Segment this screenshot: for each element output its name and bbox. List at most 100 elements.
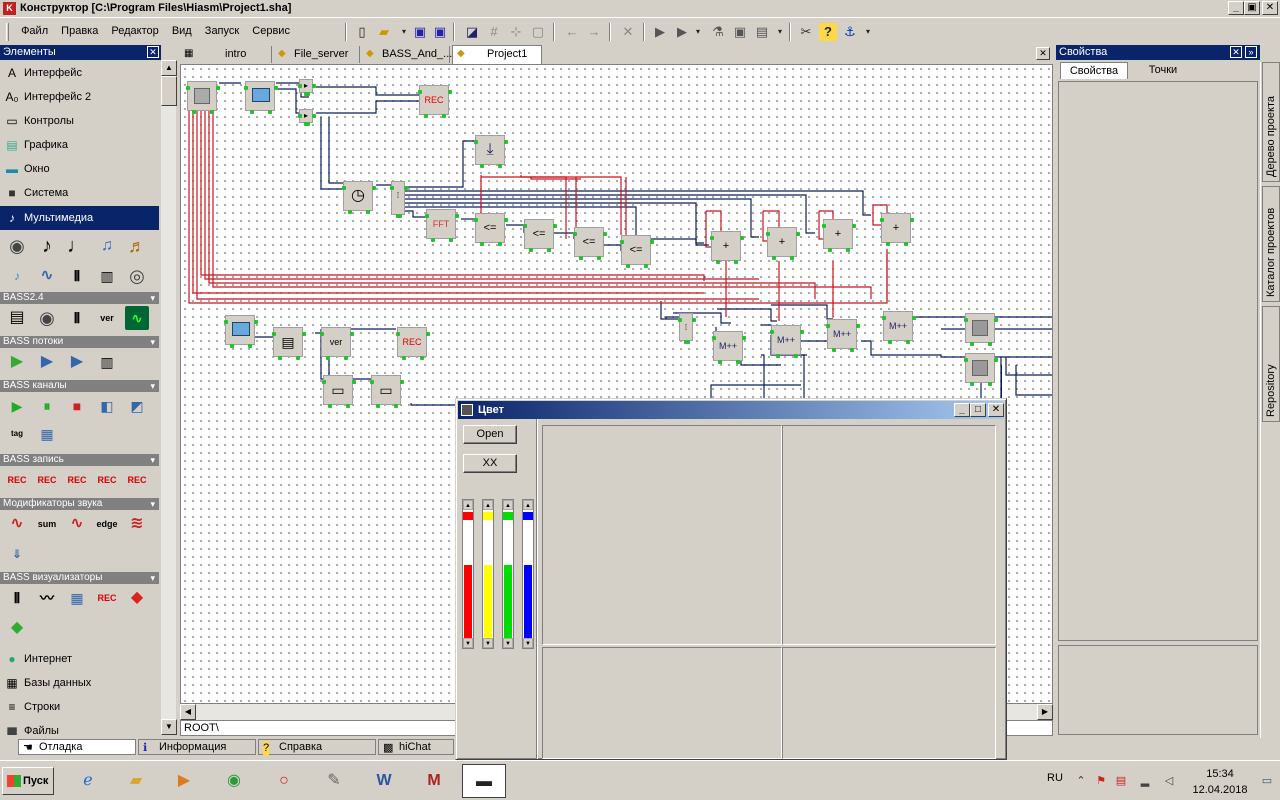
tab-repository[interactable]: Repository	[1262, 306, 1280, 422]
connection-point[interactable]	[994, 318, 998, 322]
category-window[interactable]: ▬ Окно	[0, 157, 159, 181]
bass-device-icon[interactable]: ◉	[35, 306, 59, 330]
channel-pause-icon[interactable]: ⏸	[35, 394, 59, 418]
main-form-component[interactable]	[186, 81, 220, 114]
menu-edit[interactable]: Правка	[56, 21, 103, 37]
connection-point[interactable]	[390, 186, 394, 190]
connection-point[interactable]	[740, 236, 744, 240]
scroll-thumb[interactable]	[161, 76, 177, 106]
connection-point[interactable]	[770, 330, 774, 334]
connection-point[interactable]	[186, 86, 190, 90]
connection-point[interactable]	[298, 84, 302, 88]
connection-point[interactable]	[254, 320, 258, 324]
connection-point[interactable]	[248, 344, 252, 348]
stream-url-icon[interactable]: ▶	[35, 350, 59, 374]
connection-point[interactable]	[547, 248, 551, 252]
flag-icon[interactable]: ⚑	[1094, 774, 1108, 788]
save-icon[interactable]: ▣	[411, 23, 429, 41]
device-icon[interactable]: ▤	[1114, 774, 1128, 788]
channel-position-icon[interactable]: ◧	[95, 394, 119, 418]
connection-point[interactable]	[553, 224, 557, 228]
bass-version-icon[interactable]: ver	[95, 306, 119, 330]
connection-point[interactable]	[882, 316, 886, 320]
connection-point[interactable]	[790, 256, 794, 260]
tab-project-catalog[interactable]: Каталог проектов	[1262, 186, 1280, 302]
modifier-sum-icon[interactable]: sum	[35, 512, 59, 536]
connection-point[interactable]	[686, 340, 690, 344]
compare-component[interactable]: <=	[523, 219, 557, 252]
open-button[interactable]: Open	[463, 425, 517, 444]
menu-view[interactable]: Вид	[167, 21, 197, 37]
waveform-icon[interactable]: ∿	[35, 264, 59, 288]
connection-point[interactable]	[274, 86, 278, 90]
piano-icon[interactable]: ▥	[95, 264, 119, 288]
connection-point[interactable]	[268, 110, 272, 114]
connection-point[interactable]	[620, 240, 624, 244]
math-add-component[interactable]: +	[880, 213, 914, 246]
channel-component[interactable]: M++	[770, 325, 804, 358]
connection-point[interactable]	[742, 336, 746, 340]
maximize-button[interactable]: □	[970, 403, 986, 417]
connection-point[interactable]	[832, 348, 836, 352]
connection-point[interactable]	[326, 356, 330, 360]
grid-icon[interactable]: #	[485, 23, 503, 41]
connection-point[interactable]	[244, 86, 248, 90]
tab-help[interactable]: ? Справка	[258, 739, 376, 756]
channel-info-icon[interactable]: ▦	[35, 422, 59, 446]
channel-component[interactable]: M++	[882, 311, 916, 344]
network-icon[interactable]: ▂	[1138, 774, 1152, 788]
visualizer-wave-icon[interactable]: 〰	[35, 586, 59, 610]
connection-point[interactable]	[348, 210, 352, 214]
connection-point[interactable]	[396, 332, 400, 336]
visualizer-shapes-icon[interactable]: ◆	[125, 586, 149, 610]
version-component[interactable]: ver	[320, 327, 354, 360]
form-component[interactable]	[224, 315, 258, 348]
hiasm-icon[interactable]: M	[412, 764, 456, 798]
connection-point[interactable]	[906, 340, 910, 344]
tab-project1[interactable]: ◆ Project1	[452, 45, 542, 64]
align-icon[interactable]: ⊹	[507, 23, 525, 41]
connection-point[interactable]	[400, 380, 404, 384]
modifier-filter-icon[interactable]: ∿	[65, 512, 89, 536]
connection-point[interactable]	[776, 354, 780, 358]
xx-button[interactable]: XX	[463, 454, 517, 473]
chrome-icon[interactable]: ◉	[212, 764, 256, 798]
connection-point[interactable]	[888, 340, 892, 344]
delete-icon[interactable]: ✕	[619, 23, 637, 41]
math-add-component[interactable]: +	[710, 231, 744, 264]
connection-point[interactable]	[504, 140, 508, 144]
connection-point[interactable]	[346, 404, 350, 408]
bass-init-icon[interactable]: ▤	[5, 306, 29, 330]
connection-point[interactable]	[626, 264, 630, 268]
modifier-binary-icon[interactable]: ⇓	[5, 542, 29, 566]
menu-service[interactable]: Сервис	[247, 21, 295, 37]
open-folder-icon[interactable]: ▰	[375, 23, 393, 41]
group-bass-record[interactable]: BASS запись	[0, 454, 159, 466]
connection-point[interactable]	[320, 332, 324, 336]
build-icon[interactable]: ▣	[731, 23, 749, 41]
connection-point[interactable]	[474, 218, 478, 222]
connection-point[interactable]	[474, 140, 478, 144]
category-system[interactable]: ■ Система	[0, 181, 159, 205]
bass-plugin-icon[interactable]: ∿	[125, 306, 149, 330]
tab-debug[interactable]: ☚ Отладка	[18, 739, 136, 755]
language-indicator[interactable]: RU	[1047, 772, 1063, 784]
connection-point[interactable]	[498, 242, 502, 246]
undo-icon[interactable]: ←	[563, 23, 581, 41]
connection-point[interactable]	[828, 248, 832, 252]
chevron-down-icon[interactable]: ▾	[859, 23, 877, 41]
music-mixer-icon[interactable]: ♬	[125, 234, 149, 258]
connection-point[interactable]	[418, 90, 422, 94]
redo-icon[interactable]: →	[585, 23, 603, 41]
connection-point[interactable]	[994, 358, 998, 362]
stream-music-icon[interactable]: ▥	[95, 350, 119, 374]
menu-run[interactable]: Запуск	[200, 21, 244, 37]
connection-point[interactable]	[344, 356, 348, 360]
connection-point[interactable]	[352, 380, 356, 384]
category-graphics[interactable]: ▤ Графика	[0, 133, 159, 157]
connection-point[interactable]	[850, 348, 854, 352]
connection-point[interactable]	[312, 84, 316, 88]
chevron-down-icon[interactable]: ▾	[771, 23, 789, 41]
connection-point[interactable]	[964, 358, 968, 362]
record-component[interactable]: REC	[396, 327, 430, 360]
